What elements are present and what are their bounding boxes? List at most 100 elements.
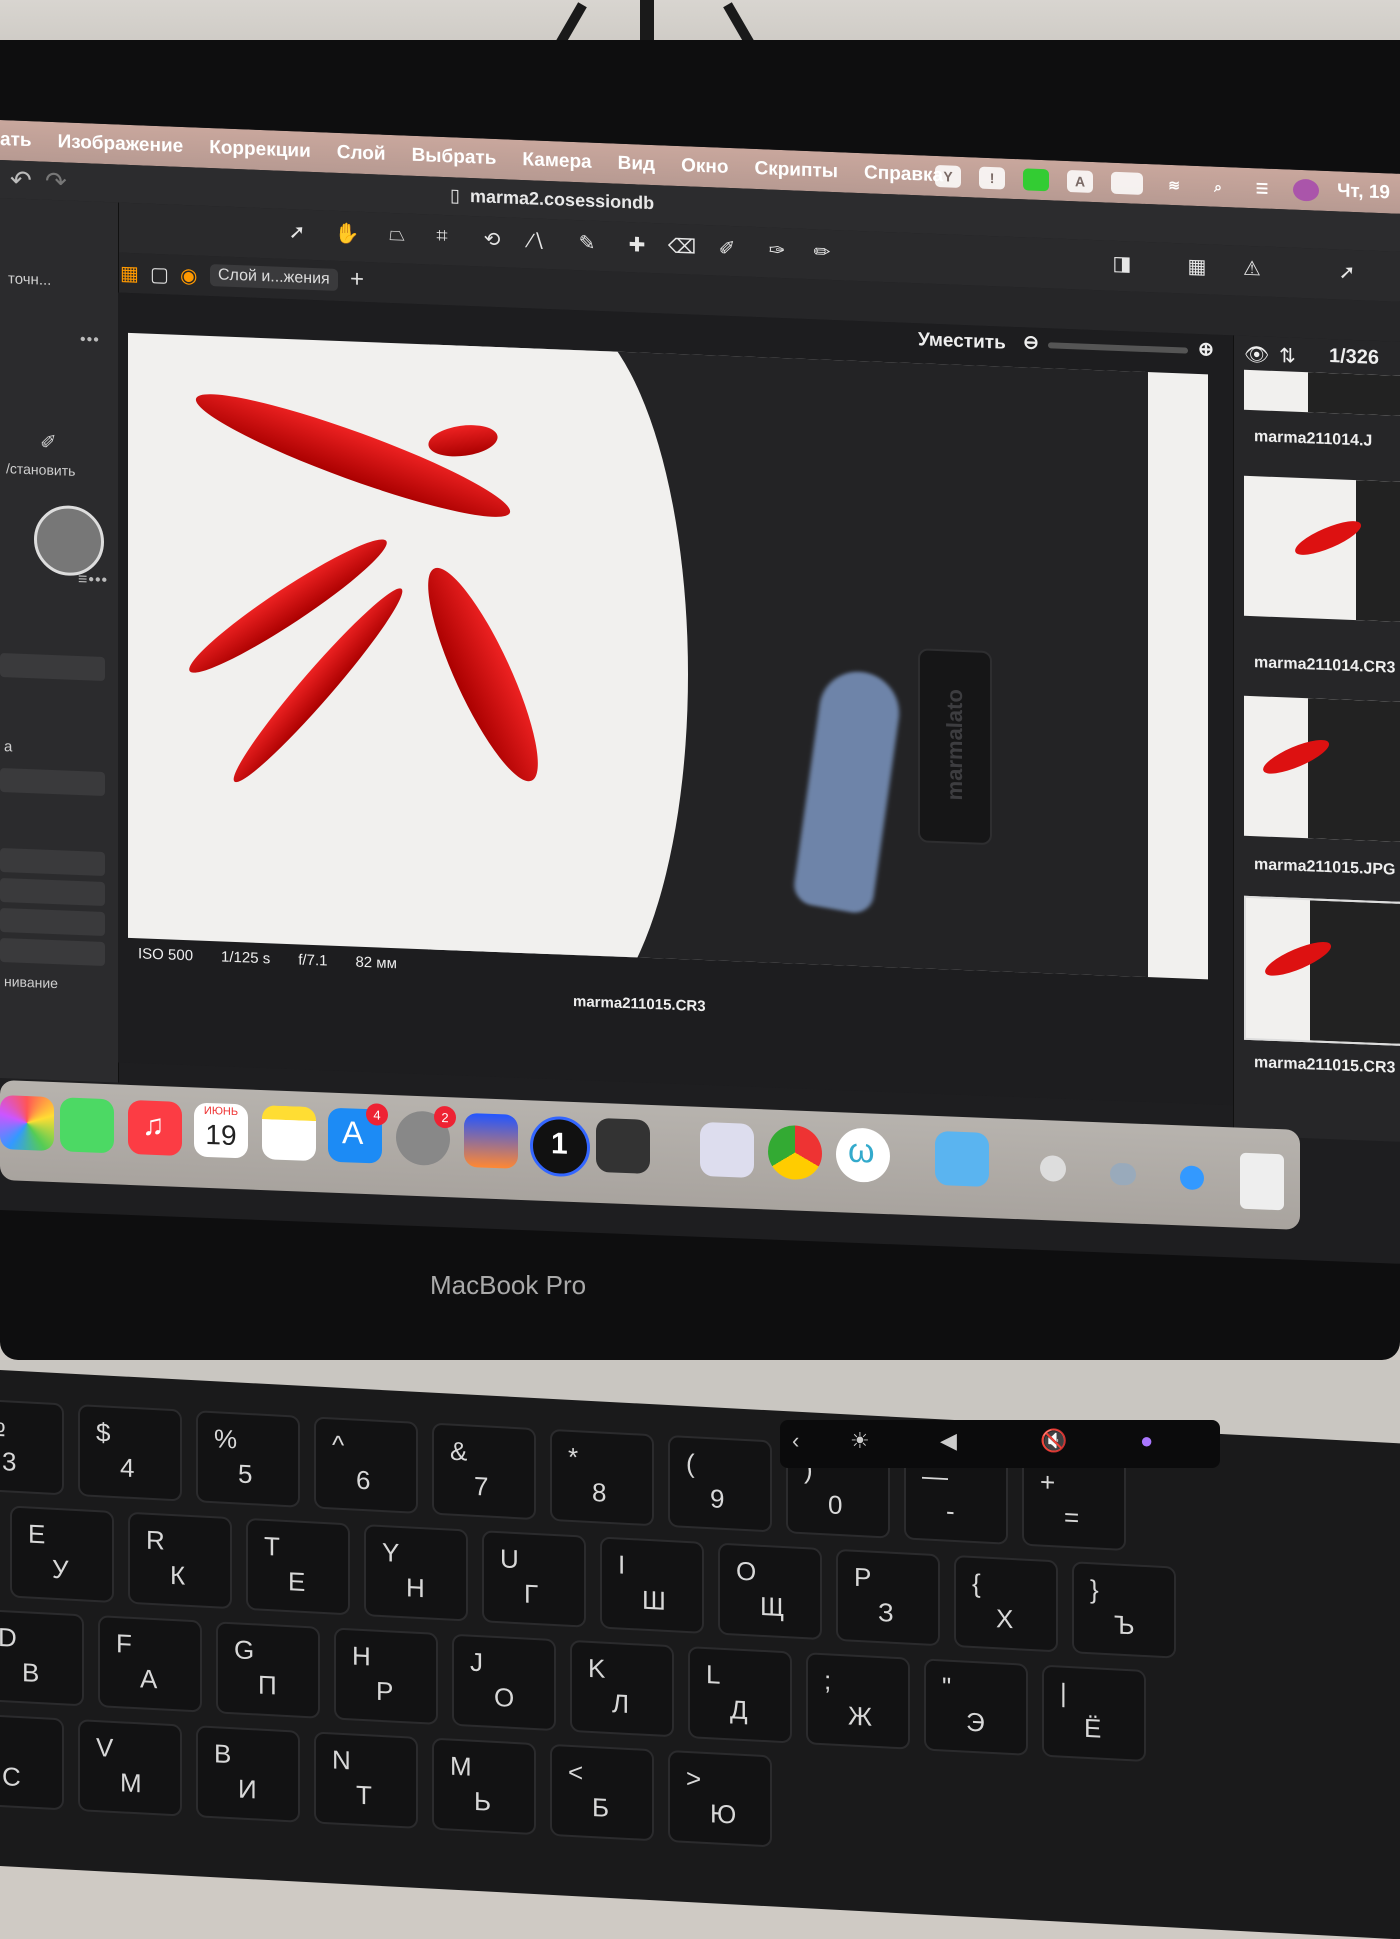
dropdown-row[interactable] [0, 908, 105, 937]
redo-icon[interactable]: ↷ [45, 166, 67, 198]
volume-icon[interactable]: ◀ [940, 1428, 957, 1454]
keyboard-key[interactable]: VМ [78, 1719, 182, 1817]
safari-mini-icon[interactable] [1180, 1165, 1204, 1191]
eraser-icon[interactable]: ⌫ [665, 234, 699, 263]
search-icon[interactable]: ⌕ [1205, 175, 1231, 198]
keyboard-key[interactable]: KЛ [570, 1639, 674, 1738]
rotate-icon[interactable]: ⟲ [475, 226, 509, 255]
crop-icon[interactable]: ⌗ [425, 224, 459, 253]
undo-icon[interactable]: ↶ [10, 164, 32, 196]
trash-icon[interactable] [1240, 1152, 1284, 1211]
menu-image[interactable]: Изображение [58, 131, 184, 158]
fit-label[interactable]: Уместить [918, 329, 1006, 354]
keystone-icon[interactable]: ∕∖ [520, 228, 554, 257]
alert-icon[interactable]: ! [979, 166, 1006, 190]
keyboard-key[interactable]: % 5 [196, 1410, 300, 1508]
keyboard-key[interactable]: OЩ [718, 1542, 822, 1641]
keyboard-key[interactable]: + = [1022, 1453, 1126, 1552]
keyboard-key[interactable]: CС [0, 1712, 64, 1811]
cloud-app-icon[interactable] [464, 1112, 518, 1169]
wifi-status-icon[interactable] [1023, 168, 1050, 192]
downloads-folder-icon[interactable] [935, 1130, 989, 1187]
keyboard-key[interactable]: DВ [0, 1608, 84, 1707]
keyboard-key[interactable]: PЗ [836, 1548, 940, 1647]
capture-one-icon[interactable]: 1 [530, 1115, 590, 1178]
chrome-mini-icon[interactable] [1040, 1154, 1066, 1182]
keyboard-key[interactable]: RК [128, 1511, 232, 1610]
thumbnail[interactable] [1244, 695, 1400, 842]
sort-icon[interactable]: ⇅ [1279, 343, 1296, 369]
picker-icon[interactable]: ✑ [760, 237, 794, 266]
keyboard-key[interactable]: IШ [600, 1536, 704, 1634]
dropdown-row[interactable] [0, 768, 105, 797]
thumbnail-selected[interactable] [1244, 895, 1400, 1047]
keyboard-key[interactable]: (9 [668, 1435, 772, 1533]
single-view-icon[interactable]: ▢ [150, 262, 169, 288]
messages-icon[interactable] [60, 1097, 114, 1154]
menu-window[interactable]: Окно [681, 155, 728, 179]
zoom-out-icon[interactable]: ⊖ [1023, 331, 1039, 355]
add-layer-button[interactable]: + [350, 265, 364, 294]
keyboard-key[interactable]: ^ 6 [314, 1416, 418, 1514]
settings-icon[interactable]: 2 [396, 1105, 456, 1167]
yandex-icon[interactable]: Y [935, 164, 962, 188]
siri-icon[interactable] [1293, 178, 1320, 202]
thumbnail[interactable] [1244, 475, 1400, 622]
grid-icon[interactable]: ▦ [1180, 253, 1214, 282]
keyboard-key[interactable]: * 8 [550, 1428, 654, 1527]
keyboard-key[interactable]: MЬ [432, 1737, 536, 1836]
music-icon[interactable]: ♫ [128, 1099, 182, 1156]
keyboard-key[interactable]: " Э [924, 1658, 1028, 1756]
warning-icon[interactable]: ⚠ [1235, 255, 1269, 284]
zoom-in-icon[interactable]: ⊕ [1198, 338, 1214, 362]
wifi-icon[interactable]: ≋ [1161, 174, 1187, 197]
select-pointer-icon[interactable]: ➚ [280, 219, 314, 248]
perspective-icon[interactable]: ⏢ [380, 223, 414, 252]
brush-icon[interactable]: ✎ [570, 230, 604, 259]
grid-view-icon[interactable]: ▦ [120, 261, 139, 287]
eye-view-icon[interactable]: ◉ [180, 263, 197, 289]
app-store-icon[interactable]: A 4 [328, 1103, 388, 1164]
keyboard-key[interactable]: № 3 [0, 1397, 64, 1496]
compare-view-icon[interactable]: ◨ [1105, 250, 1139, 279]
annotate-icon[interactable]: ✏ [805, 239, 839, 268]
preview-icon[interactable] [700, 1121, 754, 1178]
dropdown-row[interactable] [0, 938, 105, 967]
menu-layer[interactable]: Слой [337, 142, 386, 166]
calendar-icon[interactable]: ИЮНЬ 19 [194, 1102, 248, 1159]
clock[interactable]: Чт, 19 [1337, 180, 1390, 204]
thumbnail[interactable] [1244, 369, 1400, 416]
battery-icon[interactable] [1111, 171, 1144, 195]
menu-adjustments[interactable]: Коррекции [209, 137, 311, 163]
menu-camera[interactable]: Камера [522, 149, 591, 174]
panel-menu-icon[interactable]: ≡••• [78, 571, 108, 590]
menu-select[interactable]: Выбрать [412, 145, 497, 170]
keyboard-key[interactable]: EУ [10, 1505, 114, 1603]
eyedropper-icon[interactable]: ✐ [710, 235, 744, 264]
keyboard-key[interactable]: FА [98, 1615, 202, 1713]
keyboard-key[interactable]: TЕ [246, 1517, 350, 1616]
mute-icon[interactable]: 🔇 [1040, 1428, 1067, 1454]
heal-icon[interactable]: ✚ [620, 232, 654, 261]
touchbar-collapse-icon[interactable]: ‹ [792, 1428, 799, 1454]
eye-icon[interactable]: 👁 [1244, 342, 1269, 368]
keyboard-key[interactable]: UГ [482, 1530, 586, 1628]
keyboard-key[interactable]: < Б [550, 1743, 654, 1842]
menu-help[interactable]: Справка [864, 162, 943, 187]
keyboard-key[interactable]: $4 [78, 1404, 182, 1502]
keyboard-key[interactable]: & 7 [432, 1422, 536, 1521]
menu-edit[interactable]: ать [0, 129, 32, 152]
w-app-icon[interactable]: ω [836, 1127, 890, 1184]
keyboard-key[interactable]: GП [216, 1621, 320, 1719]
hand-tool-icon[interactable]: ✋ [330, 221, 364, 250]
capture-button[interactable] [34, 504, 104, 577]
keyboard-key[interactable]: NТ [314, 1731, 418, 1829]
brightness-icon[interactable]: ☀ [850, 1428, 870, 1454]
menu-view[interactable]: Вид [618, 153, 655, 176]
photos-icon[interactable] [0, 1095, 54, 1152]
zoom-slider[interactable] [1048, 342, 1188, 354]
control-center-icon[interactable]: ☰ [1249, 177, 1275, 200]
slider-row[interactable] [0, 653, 105, 682]
keyboard-key[interactable]: BИ [196, 1725, 300, 1823]
keyboard-key[interactable]: } Ъ [1072, 1561, 1176, 1659]
